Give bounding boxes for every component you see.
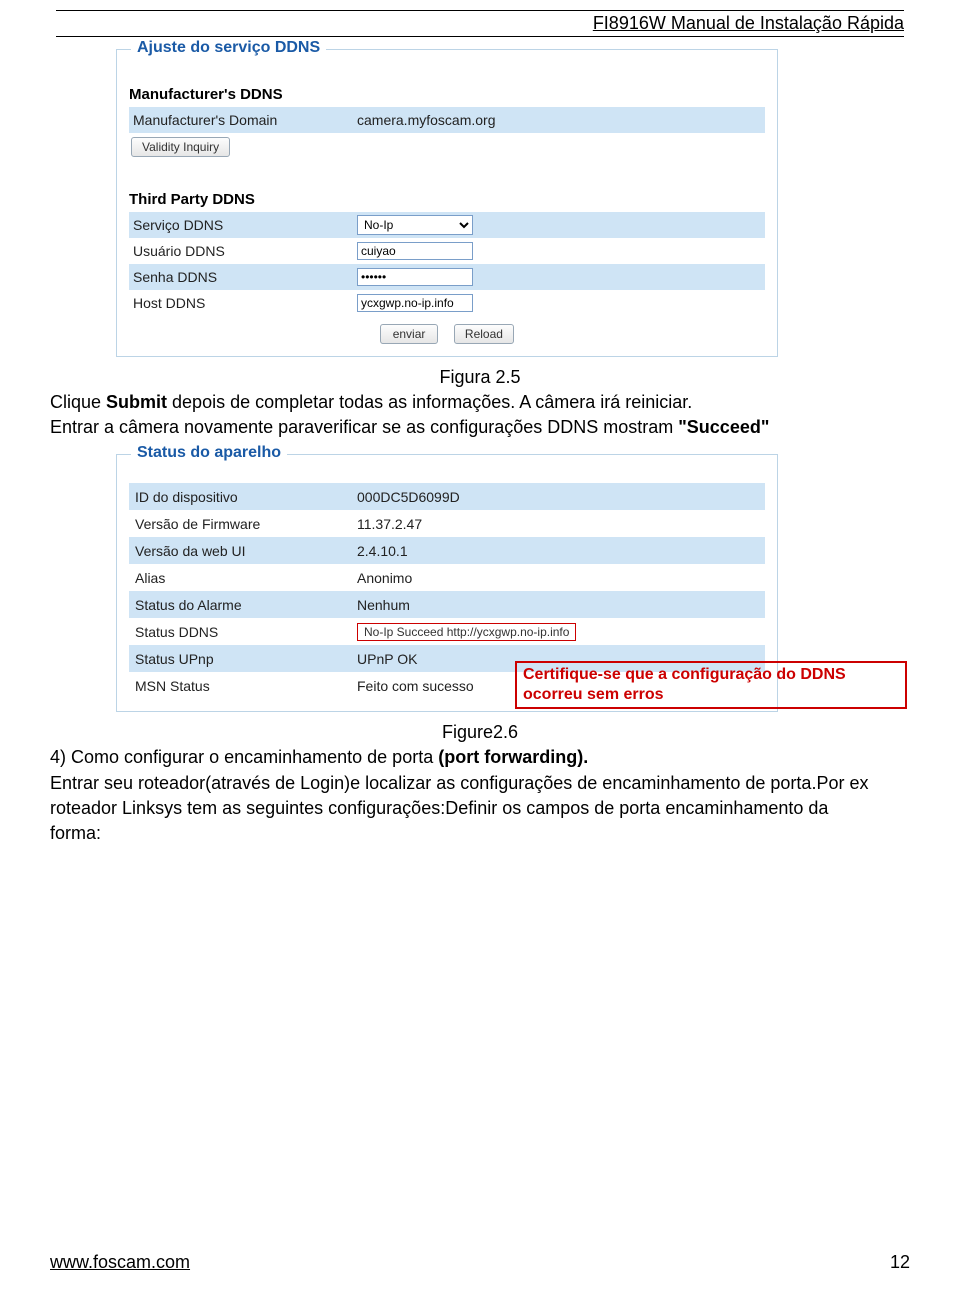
- ddns-callout: Certifique-se que a configuração do DDNS…: [515, 661, 907, 709]
- ddns-host-row: Host DDNS: [129, 290, 765, 316]
- device-status-panel: Status do aparelho ID do dispositivo000D…: [116, 454, 778, 712]
- status-row: Versão de Firmware11.37.2.47: [129, 510, 765, 537]
- status-label: MSN Status: [129, 678, 357, 694]
- manufacturer-domain-row: Manufacturer's Domain camera.myfoscam.or…: [129, 107, 765, 133]
- figure-2-6-label: Figure2.6: [0, 722, 960, 743]
- ddns-panel-title: Ajuste do serviço DDNS: [131, 39, 326, 57]
- manufacturer-domain-label: Manufacturer's Domain: [129, 112, 357, 128]
- status-value: No-Ip Succeed http://ycxgwp.no-ip.info: [357, 623, 765, 641]
- page-header-title: FI8916W Manual de Instalação Rápida: [0, 13, 904, 34]
- ddns-password-label: Senha DDNS: [129, 269, 357, 285]
- status-label: Status UPnp: [129, 651, 357, 667]
- paragraph-router-2: roteador Linksys tem as seguintes config…: [50, 796, 960, 821]
- figure-2-5-label: Figura 2.5: [0, 367, 960, 388]
- ddns-service-label: Serviço DDNS: [129, 217, 357, 233]
- enviar-button[interactable]: enviar: [380, 324, 438, 344]
- status-row: Status DDNSNo-Ip Succeed http://ycxgwp.n…: [129, 618, 765, 645]
- status-value: Nenhum: [357, 597, 765, 613]
- ddns-user-row: Usuário DDNS: [129, 238, 765, 264]
- ddns-settings-panel: Ajuste do serviço DDNS Manufacturer's DD…: [116, 49, 778, 357]
- manufacturer-domain-value: camera.myfoscam.org: [357, 112, 765, 128]
- reload-button[interactable]: Reload: [454, 324, 514, 344]
- status-value: Anonimo: [357, 570, 765, 586]
- ddns-password-row: Senha DDNS: [129, 264, 765, 290]
- page-footer: www.foscam.com 12: [50, 1252, 910, 1273]
- ddns-host-input[interactable]: [357, 294, 473, 312]
- status-row: Status do AlarmeNenhum: [129, 591, 765, 618]
- footer-page-number: 12: [890, 1252, 910, 1273]
- status-row: Versão da web UI2.4.10.1: [129, 537, 765, 564]
- status-value: 000DC5D6099D: [357, 489, 765, 505]
- footer-url: www.foscam.com: [50, 1252, 190, 1273]
- paragraph-router-3: forma:: [50, 821, 960, 846]
- ddns-service-select[interactable]: No-Ip: [357, 215, 473, 235]
- ddns-password-input[interactable]: [357, 268, 473, 286]
- validity-inquiry-button[interactable]: Validity Inquiry: [131, 137, 230, 157]
- paragraph-submit: Clique Submit depois de completar todas …: [50, 390, 960, 415]
- status-label: Versão de Firmware: [129, 516, 357, 532]
- status-row: ID do dispositivo000DC5D6099D: [129, 483, 765, 510]
- third-party-ddns-heading: Third Party DDNS: [129, 191, 765, 208]
- status-label: Status DDNS: [129, 624, 357, 640]
- ddns-host-label: Host DDNS: [129, 295, 357, 311]
- ddns-service-row: Serviço DDNS No-Ip: [129, 212, 765, 238]
- ddns-user-input[interactable]: [357, 242, 473, 260]
- status-label: Versão da web UI: [129, 543, 357, 559]
- ddns-status-highlight: No-Ip Succeed http://ycxgwp.no-ip.info: [357, 623, 576, 641]
- paragraph-router-1: Entrar seu roteador(através de Login)e l…: [50, 771, 960, 796]
- status-row: AliasAnonimo: [129, 564, 765, 591]
- status-value: 11.37.2.47: [357, 516, 765, 532]
- paragraph-port-forwarding: 4) Como configurar o encaminhamento de p…: [50, 745, 960, 770]
- ddns-user-label: Usuário DDNS: [129, 243, 357, 259]
- manufacturer-ddns-heading: Manufacturer's DDNS: [129, 86, 765, 103]
- status-value: 2.4.10.1: [357, 543, 765, 559]
- device-status-title: Status do aparelho: [131, 444, 287, 462]
- status-label: Alias: [129, 570, 357, 586]
- status-label: ID do dispositivo: [129, 489, 357, 505]
- paragraph-succeed: Entrar a câmera novamente paraverificar …: [50, 415, 960, 440]
- status-label: Status do Alarme: [129, 597, 357, 613]
